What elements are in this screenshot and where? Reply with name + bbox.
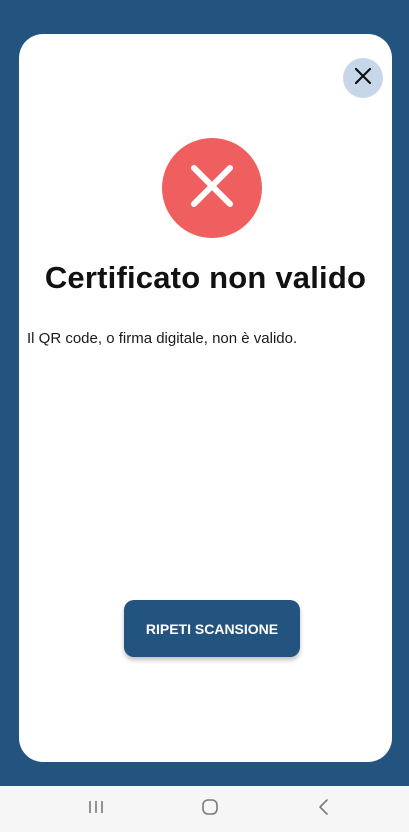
back-icon <box>317 798 331 821</box>
close-icon <box>354 67 372 90</box>
page-title: Certificato non valido <box>44 260 367 295</box>
error-status-badge <box>162 138 262 238</box>
home-icon <box>200 797 220 822</box>
home-button[interactable] <box>190 794 230 824</box>
error-message: Il QR code, o firma digitale, non è vali… <box>27 330 298 347</box>
close-button[interactable] <box>343 58 383 98</box>
system-nav-bar <box>0 786 409 832</box>
recents-button[interactable] <box>76 794 116 824</box>
error-x-icon <box>189 163 235 214</box>
back-button[interactable] <box>304 794 344 824</box>
app-background: Certificato non valido Il QR code, o fir… <box>0 0 409 786</box>
retry-scan-button[interactable]: RIPETI SCANSIONE <box>124 600 300 657</box>
recents-icon <box>87 799 105 820</box>
result-card: Certificato non valido Il QR code, o fir… <box>19 34 392 762</box>
